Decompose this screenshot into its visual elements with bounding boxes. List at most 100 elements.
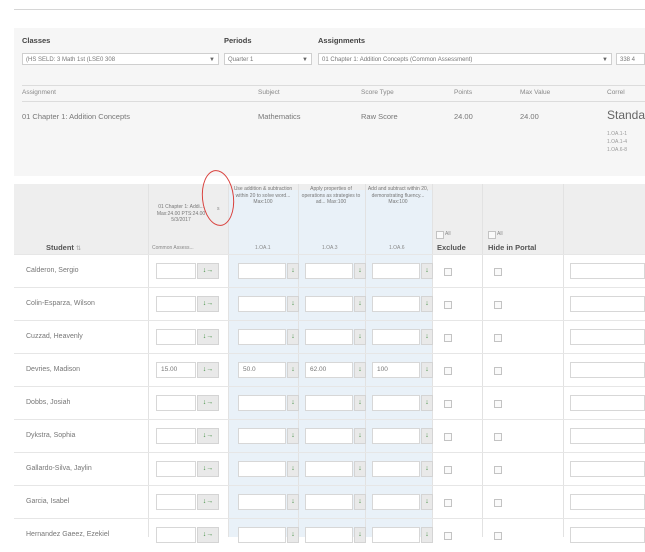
fill-down-right-button[interactable]: ↓→ bbox=[197, 527, 219, 543]
assignment-score-input[interactable] bbox=[156, 296, 196, 312]
standard-score-input[interactable]: 62.00 bbox=[305, 362, 353, 378]
exclude-checkbox[interactable] bbox=[444, 532, 452, 540]
standard-score-input[interactable] bbox=[305, 461, 353, 477]
hide-in-portal-checkbox[interactable] bbox=[494, 466, 502, 474]
exclude-checkbox[interactable] bbox=[444, 367, 452, 375]
fill-down-right-button[interactable]: ↓→ bbox=[197, 263, 219, 279]
exclude-checkbox[interactable] bbox=[444, 400, 452, 408]
standard-score-input[interactable] bbox=[238, 494, 286, 510]
comment-input[interactable] bbox=[570, 494, 645, 510]
comment-input[interactable] bbox=[570, 527, 645, 543]
fill-down-button[interactable]: ↓ bbox=[354, 329, 366, 345]
student-name[interactable]: Dobbs, Josiah bbox=[26, 399, 70, 406]
fill-down-right-button[interactable]: ↓→ bbox=[197, 296, 219, 312]
standard-column-title[interactable]: Apply properties of operations as strate… bbox=[300, 186, 362, 206]
standard-score-input[interactable] bbox=[372, 527, 420, 543]
comment-input[interactable] bbox=[570, 362, 645, 378]
hide-in-portal-checkbox[interactable] bbox=[494, 268, 502, 276]
student-name[interactable]: Cuzzad, Heavenly bbox=[26, 333, 83, 340]
standard-score-input[interactable] bbox=[372, 395, 420, 411]
fill-down-button[interactable]: ↓ bbox=[287, 428, 299, 444]
hide-in-portal-checkbox[interactable] bbox=[494, 532, 502, 540]
fill-down-button[interactable]: ↓ bbox=[287, 362, 299, 378]
standard-score-input[interactable] bbox=[372, 461, 420, 477]
exclude-checkbox[interactable] bbox=[444, 466, 452, 474]
comment-input[interactable] bbox=[570, 428, 645, 444]
fill-down-button[interactable]: ↓ bbox=[354, 527, 366, 543]
standard-column-title[interactable]: Use addition & subtraction within 20 to … bbox=[232, 186, 294, 206]
classes-select[interactable]: (HS SELD: 3 Math 1st (LSE0 308 ▼ bbox=[22, 53, 219, 65]
fill-down-button[interactable]: ↓ bbox=[421, 395, 433, 411]
standard-score-input[interactable]: 50.0 bbox=[238, 362, 286, 378]
fill-down-button[interactable]: ↓ bbox=[421, 428, 433, 444]
assignment-score-input[interactable] bbox=[156, 395, 196, 411]
comment-input[interactable] bbox=[570, 329, 645, 345]
comment-input[interactable] bbox=[570, 263, 645, 279]
hide-in-portal-checkbox[interactable] bbox=[494, 334, 502, 342]
hide-in-portal-checkbox[interactable] bbox=[494, 400, 502, 408]
student-name[interactable]: Calderon, Sergio bbox=[26, 267, 79, 274]
fill-down-button[interactable]: ↓ bbox=[354, 428, 366, 444]
fill-down-button[interactable]: ↓ bbox=[287, 329, 299, 345]
comment-input[interactable] bbox=[570, 395, 645, 411]
fill-down-right-button[interactable]: ↓→ bbox=[197, 461, 219, 477]
hide-all-checkbox[interactable] bbox=[488, 231, 496, 239]
standard-score-input[interactable] bbox=[305, 527, 353, 543]
hide-in-portal-checkbox[interactable] bbox=[494, 301, 502, 309]
student-name[interactable]: Garcia, Isabel bbox=[26, 498, 69, 505]
exclude-checkbox[interactable] bbox=[444, 499, 452, 507]
assignment-score-input[interactable] bbox=[156, 263, 196, 279]
fill-down-button[interactable]: ↓ bbox=[354, 494, 366, 510]
assignment-score-input[interactable]: 15.00 bbox=[156, 362, 196, 378]
hide-in-portal-checkbox[interactable] bbox=[494, 367, 502, 375]
student-name[interactable]: Devries, Madison bbox=[26, 366, 80, 373]
exclude-checkbox[interactable] bbox=[444, 301, 452, 309]
periods-select[interactable]: Quarter 1 ▼ bbox=[224, 53, 312, 65]
comment-input[interactable] bbox=[570, 296, 645, 312]
standard-score-input[interactable] bbox=[238, 395, 286, 411]
exclude-checkbox[interactable] bbox=[444, 433, 452, 441]
extra-select[interactable]: 338 4 bbox=[616, 53, 645, 65]
assignment-score-input[interactable] bbox=[156, 461, 196, 477]
standard-score-input[interactable] bbox=[372, 296, 420, 312]
assignments-select[interactable]: 01 Chapter 1: Addition Concepts (Common … bbox=[318, 53, 612, 65]
student-name[interactable]: Colin-Esparza, Wilson bbox=[26, 300, 95, 307]
standard-column-title[interactable]: Add and subtract within 20, demonstratin… bbox=[367, 186, 429, 206]
hide-in-portal-checkbox[interactable] bbox=[494, 499, 502, 507]
standard-score-input[interactable] bbox=[305, 263, 353, 279]
student-name[interactable]: Dykstra, Sophia bbox=[26, 432, 75, 439]
fill-down-button[interactable]: ↓ bbox=[354, 296, 366, 312]
fill-down-button[interactable]: ↓ bbox=[421, 527, 433, 543]
standard-score-input[interactable] bbox=[372, 263, 420, 279]
fill-down-button[interactable]: ↓ bbox=[287, 527, 299, 543]
fill-down-button[interactable]: ↓ bbox=[287, 395, 299, 411]
standard-score-input[interactable] bbox=[238, 263, 286, 279]
exclude-checkbox[interactable] bbox=[444, 334, 452, 342]
fill-down-button[interactable]: ↓ bbox=[421, 461, 433, 477]
standard-score-input[interactable] bbox=[238, 329, 286, 345]
fill-down-button[interactable]: ↓ bbox=[287, 461, 299, 477]
hide-in-portal-checkbox[interactable] bbox=[494, 433, 502, 441]
assignment-score-input[interactable] bbox=[156, 527, 196, 543]
fill-down-button[interactable]: ↓ bbox=[287, 494, 299, 510]
assignment-score-input[interactable] bbox=[156, 329, 196, 345]
standard-score-input[interactable] bbox=[372, 329, 420, 345]
standard-score-input[interactable] bbox=[305, 494, 353, 510]
fill-down-button[interactable]: ↓ bbox=[354, 395, 366, 411]
student-name[interactable]: Gallardo-Silva, Jaylin bbox=[26, 465, 92, 472]
standard-score-input[interactable] bbox=[372, 428, 420, 444]
fill-down-right-button[interactable]: ↓→ bbox=[197, 395, 219, 411]
fill-down-button[interactable]: ↓ bbox=[421, 329, 433, 345]
fill-down-button[interactable]: ↓ bbox=[421, 263, 433, 279]
standard-score-input[interactable] bbox=[238, 428, 286, 444]
standard-score-input[interactable]: 100 bbox=[372, 362, 420, 378]
fill-down-right-button[interactable]: ↓→ bbox=[197, 428, 219, 444]
fill-down-button[interactable]: ↓ bbox=[354, 461, 366, 477]
standard-score-input[interactable] bbox=[305, 329, 353, 345]
standard-score-input[interactable] bbox=[305, 395, 353, 411]
standard-score-input[interactable] bbox=[238, 461, 286, 477]
fill-down-button[interactable]: ↓ bbox=[421, 296, 433, 312]
assignment-score-input[interactable] bbox=[156, 494, 196, 510]
fill-down-button[interactable]: ↓ bbox=[287, 263, 299, 279]
fill-down-button[interactable]: ↓ bbox=[354, 263, 366, 279]
